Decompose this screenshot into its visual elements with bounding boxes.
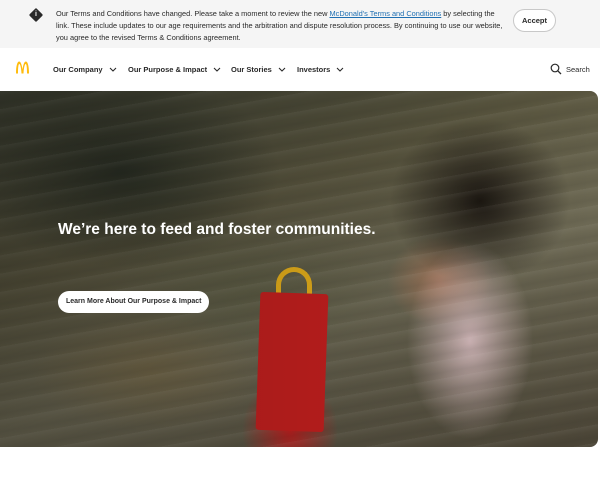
hero-cta-button[interactable]: Learn More About Our Purpose & Impact [58,291,210,313]
hero-overlay [0,91,598,447]
search-label: Search [566,64,590,74]
info-diamond-icon: i [28,7,44,23]
search-button[interactable]: Search [550,63,590,75]
chevron-down-icon [336,67,344,72]
hero-title: We’re here to feed and foster communitie… [58,221,376,238]
terms-link[interactable]: McDonald's Terms and Conditions [329,9,441,18]
main-nav: Our Company Our Purpose & Impact Our Sto… [0,48,600,91]
nav-our-company[interactable]: Our Company [53,65,117,74]
golden-arches-logo[interactable] [15,61,30,74]
nav-item-label: Our Purpose & Impact [128,65,208,74]
search-icon [550,63,562,75]
nav-our-purpose-impact[interactable]: Our Purpose & Impact [128,65,221,74]
chevron-down-icon [213,67,221,72]
nav-item-label: Our Stories [231,65,272,74]
terms-message: Our Terms and Conditions have changed. P… [56,8,506,44]
terms-text-before: Our Terms and Conditions have changed. P… [56,9,330,18]
nav-item-label: Investors [297,65,331,74]
nav-investors[interactable]: Investors [297,65,344,74]
hero-banner: We’re here to feed and foster communitie… [0,91,598,447]
accept-button[interactable]: Accept [513,9,556,32]
nav-our-stories[interactable]: Our Stories [231,65,286,74]
terms-banner: i Our Terms and Conditions have changed.… [0,0,600,48]
nav-item-label: Our Company [53,65,103,74]
chevron-down-icon [109,67,116,72]
chevron-down-icon [278,67,286,72]
